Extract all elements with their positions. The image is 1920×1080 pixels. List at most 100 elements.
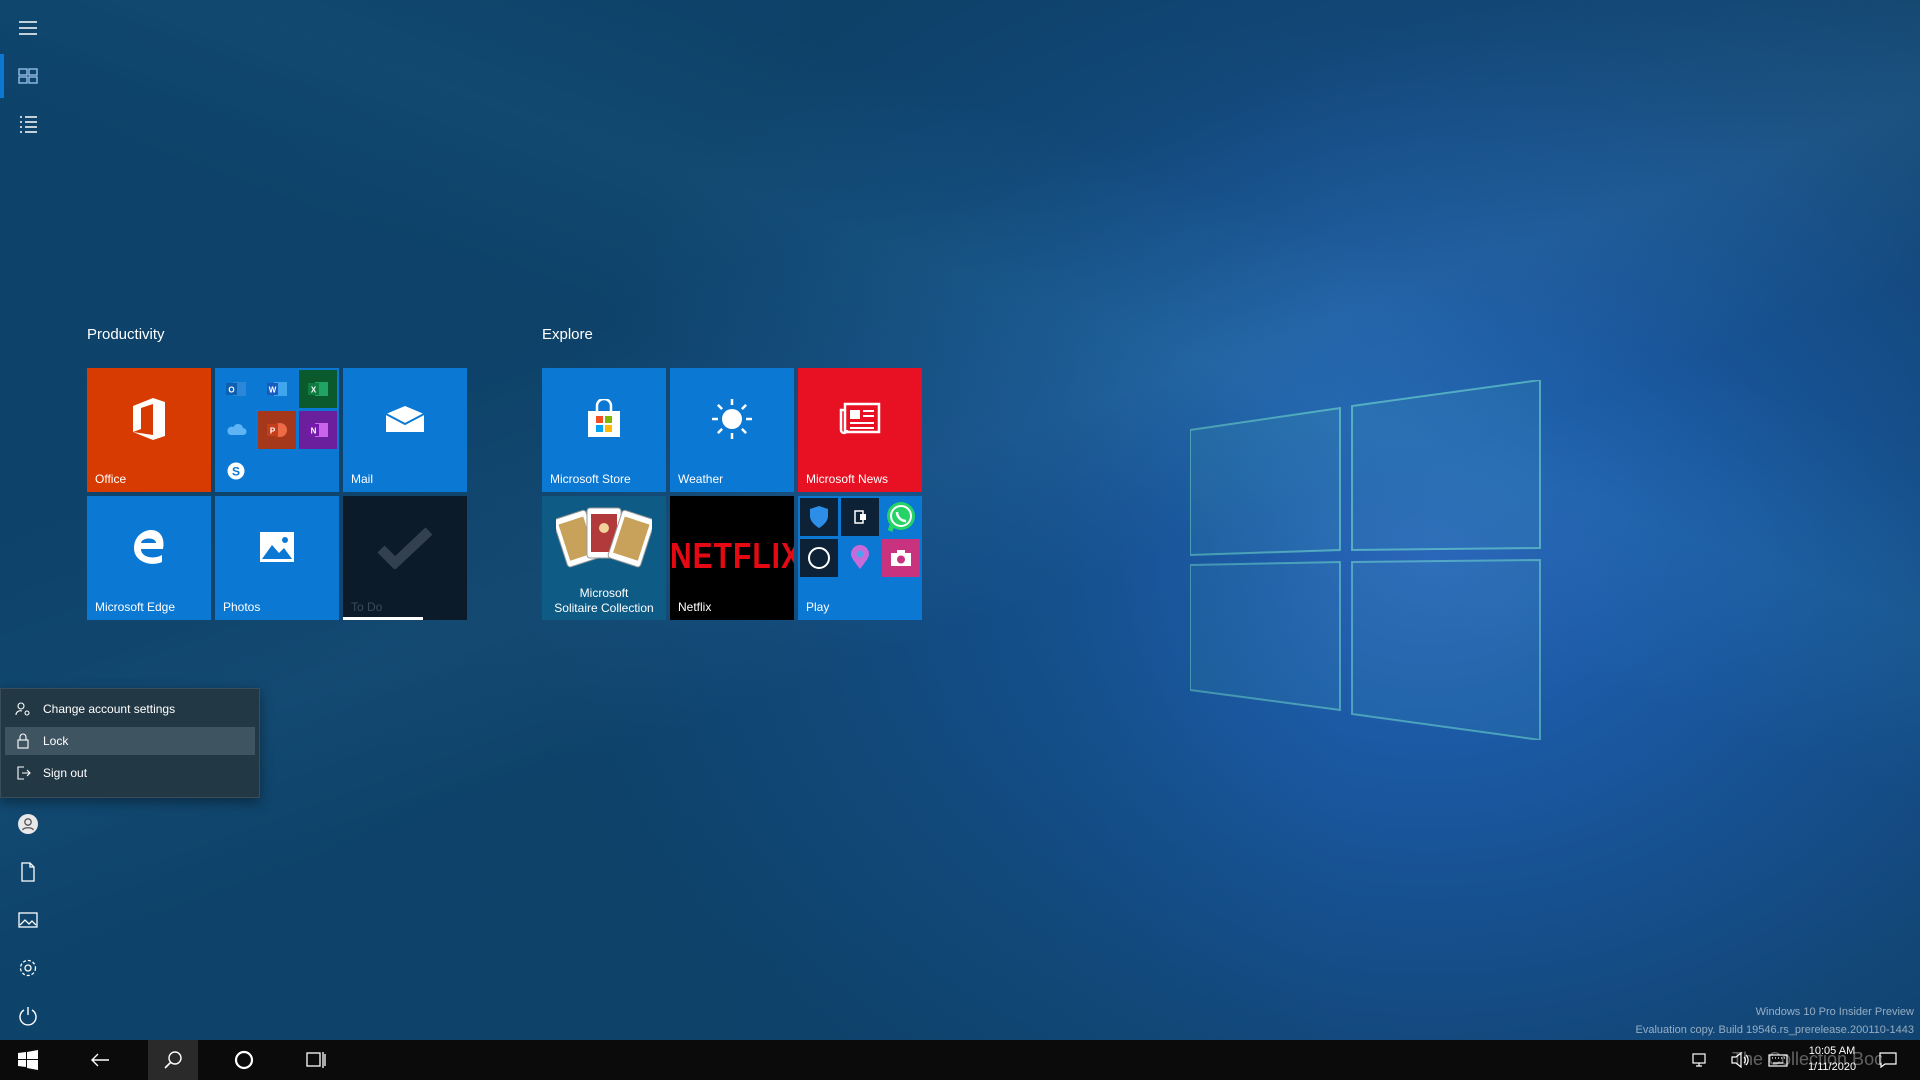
- powerpoint-icon: P: [267, 423, 287, 437]
- tile-label: To Do: [351, 600, 383, 614]
- account-context-menu: Change account settings Lock Sign out: [0, 688, 260, 798]
- tile-label: Microsoft Edge: [95, 600, 176, 614]
- search-button[interactable]: [148, 1040, 198, 1080]
- task-view-icon: [306, 1052, 326, 1068]
- tile-label-line2: Solitaire Collection: [554, 601, 654, 615]
- shield-icon: [810, 506, 828, 528]
- playing-cards-icon: [556, 507, 652, 568]
- menu-item-label: Sign out: [43, 766, 88, 780]
- power-icon: [19, 1007, 37, 1026]
- search-icon: [164, 1051, 182, 1069]
- expand-menu-button[interactable]: [0, 4, 56, 52]
- excel-icon: X: [308, 382, 328, 396]
- documents-button[interactable]: [0, 848, 56, 896]
- tile-mail[interactable]: Mail: [343, 368, 467, 492]
- svg-text:W: W: [269, 386, 277, 395]
- svg-text:N: N: [311, 427, 317, 436]
- start-button[interactable]: [4, 1040, 52, 1080]
- maps-app-mini[interactable]: [841, 539, 879, 577]
- onenote-icon: N: [308, 423, 328, 437]
- outlook-icon: O: [226, 382, 246, 396]
- tile-solitaire-collection[interactable]: Microsoft Solitaire Collection: [542, 496, 666, 620]
- tile-label: Weather: [678, 472, 724, 486]
- menu-item-label: Lock: [43, 734, 69, 748]
- tile-label: Netflix: [678, 600, 712, 614]
- mail-icon: [385, 406, 425, 432]
- tiles-icon: [18, 68, 38, 84]
- news-icon: [839, 402, 881, 435]
- tile-office[interactable]: Office: [87, 368, 211, 492]
- sign-out-icon: [17, 766, 31, 780]
- clock-button[interactable]: 10:05 AM 1/11/2020: [1800, 1043, 1864, 1075]
- picture-icon: [18, 912, 38, 928]
- group-title-productivity[interactable]: Productivity: [87, 326, 165, 343]
- cortana-button[interactable]: [220, 1040, 268, 1080]
- photos-icon: [260, 532, 294, 562]
- menu-item-lock[interactable]: Lock: [5, 727, 255, 755]
- network-button[interactable]: [1684, 1040, 1720, 1080]
- camera-app-mini[interactable]: [882, 539, 920, 577]
- outlook-mini[interactable]: O: [217, 370, 255, 408]
- loading-progress-bar: [343, 617, 423, 620]
- skype-mini[interactable]: S: [217, 452, 255, 490]
- action-center-button[interactable]: [1868, 1040, 1908, 1080]
- clock-time: 10:05 AM: [1808, 1045, 1856, 1057]
- camera-icon: [891, 550, 911, 566]
- tile-office-apps-folder[interactable]: O W X P N S: [215, 368, 339, 492]
- powerpoint-mini[interactable]: P: [258, 411, 296, 449]
- notification-icon: [1879, 1052, 1897, 1069]
- tile-label: Office: [95, 472, 127, 486]
- settings-button[interactable]: [0, 944, 56, 992]
- tile-microsoft-news[interactable]: Microsoft News: [798, 368, 922, 492]
- tile-microsoft-store[interactable]: Microsoft Store: [542, 368, 666, 492]
- whatsapp-icon: [887, 502, 915, 532]
- group-title-explore[interactable]: Explore: [542, 326, 593, 343]
- checkmark-icon: [377, 527, 433, 569]
- lock-icon: [17, 733, 29, 749]
- menu-item-sign-out[interactable]: Sign out: [5, 759, 255, 787]
- tile-microsoft-edge[interactable]: Microsoft Edge: [87, 496, 211, 620]
- pinned-tiles-button[interactable]: [0, 52, 56, 100]
- word-icon: W: [267, 382, 287, 396]
- cortana-circle-icon: [234, 1050, 254, 1070]
- tile-weather[interactable]: Weather: [670, 368, 794, 492]
- sun-icon: [712, 399, 752, 439]
- svg-text:S: S: [232, 465, 240, 479]
- onedrive-mini[interactable]: [217, 411, 255, 449]
- excel-mini[interactable]: X: [299, 370, 337, 408]
- all-apps-button[interactable]: [0, 100, 56, 148]
- user-account-button[interactable]: [0, 800, 56, 848]
- tile-label: Mail: [351, 472, 374, 486]
- tile-play-folder[interactable]: Play: [798, 496, 922, 620]
- arrow-left-icon: [91, 1053, 109, 1067]
- store-bag-icon: [588, 399, 620, 437]
- phone-app-mini[interactable]: [841, 498, 879, 536]
- watermark-build: Evaluation copy. Build 19546.rs_prerelea…: [1635, 1024, 1914, 1036]
- tile-netflix[interactable]: NETFLIX Netflix: [670, 496, 794, 620]
- taskbar: The Collection Book 10:05 AM 1/11/2020: [0, 1040, 1920, 1080]
- whatsapp-mini[interactable]: [882, 498, 920, 536]
- word-mini[interactable]: W: [258, 370, 296, 408]
- security-app-mini[interactable]: [800, 498, 838, 536]
- menu-item-change-account-settings[interactable]: Change account settings: [5, 695, 255, 723]
- task-view-button[interactable]: [292, 1040, 340, 1080]
- menu-item-label: Change account settings: [43, 702, 176, 716]
- tile-to-do[interactable]: To Do: [343, 496, 467, 620]
- document-icon: [21, 862, 35, 882]
- power-button[interactable]: [0, 992, 56, 1040]
- svg-text:O: O: [228, 386, 234, 395]
- windows-logo-icon: [18, 1050, 38, 1070]
- cortana-app-mini[interactable]: [800, 539, 838, 577]
- hamburger-icon: [19, 21, 37, 35]
- svg-text:P: P: [270, 427, 276, 436]
- phone-link-icon: [854, 510, 866, 524]
- tile-label: Play: [806, 600, 830, 614]
- pictures-button[interactable]: [0, 896, 56, 944]
- office-icon: [133, 398, 165, 440]
- back-button[interactable]: [76, 1040, 124, 1080]
- onenote-mini[interactable]: N: [299, 411, 337, 449]
- tile-label: Photos: [223, 600, 261, 614]
- tile-photos[interactable]: Photos: [215, 496, 339, 620]
- start-left-rail: [0, 0, 56, 1040]
- edge-icon: [134, 530, 164, 564]
